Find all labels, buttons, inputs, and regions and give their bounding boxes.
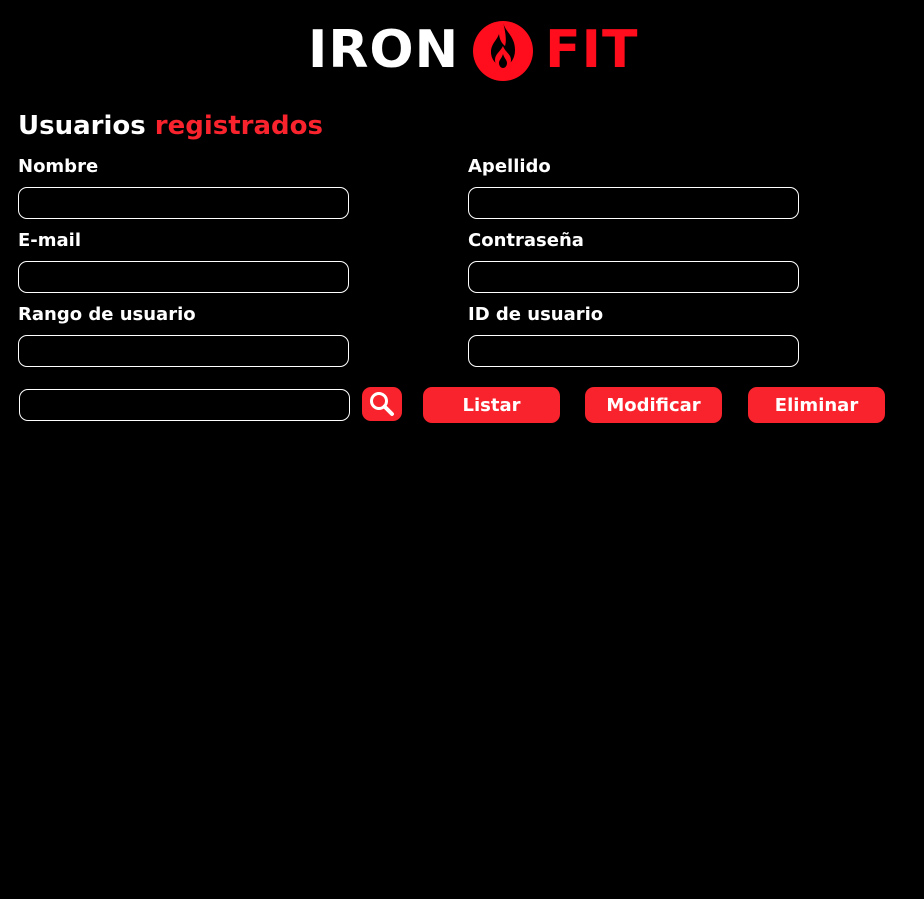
user-id-field[interactable] bbox=[468, 335, 799, 367]
user-id-label: ID de usuario bbox=[468, 304, 604, 325]
modificar-button[interactable]: Modificar bbox=[585, 387, 722, 423]
nombre-label: Nombre bbox=[18, 156, 99, 177]
page-title: Usuarios registrados bbox=[18, 108, 323, 144]
page-title-accent: registrados bbox=[154, 111, 323, 141]
brand-logo: IRON FIT bbox=[308, 14, 638, 86]
search-button[interactable] bbox=[362, 387, 402, 421]
brand-name-left: IRON bbox=[308, 20, 460, 80]
password-label: Contraseña bbox=[468, 230, 584, 251]
apellido-label: Apellido bbox=[468, 156, 551, 177]
search-icon bbox=[370, 392, 394, 416]
eliminar-button[interactable]: Eliminar bbox=[748, 387, 885, 423]
flame-icon bbox=[473, 21, 534, 81]
search-input[interactable] bbox=[19, 389, 350, 421]
nombre-field[interactable] bbox=[18, 187, 349, 219]
email-field[interactable] bbox=[18, 261, 349, 293]
rango-field[interactable] bbox=[18, 335, 349, 367]
email-label: E-mail bbox=[18, 230, 82, 251]
password-field[interactable] bbox=[468, 261, 799, 293]
rango-label: Rango de usuario bbox=[18, 304, 196, 325]
page-title-main: Usuarios bbox=[18, 111, 146, 141]
brand-name-right: FIT bbox=[545, 20, 639, 80]
apellido-field[interactable] bbox=[468, 187, 799, 219]
listar-button[interactable]: Listar bbox=[423, 387, 560, 423]
